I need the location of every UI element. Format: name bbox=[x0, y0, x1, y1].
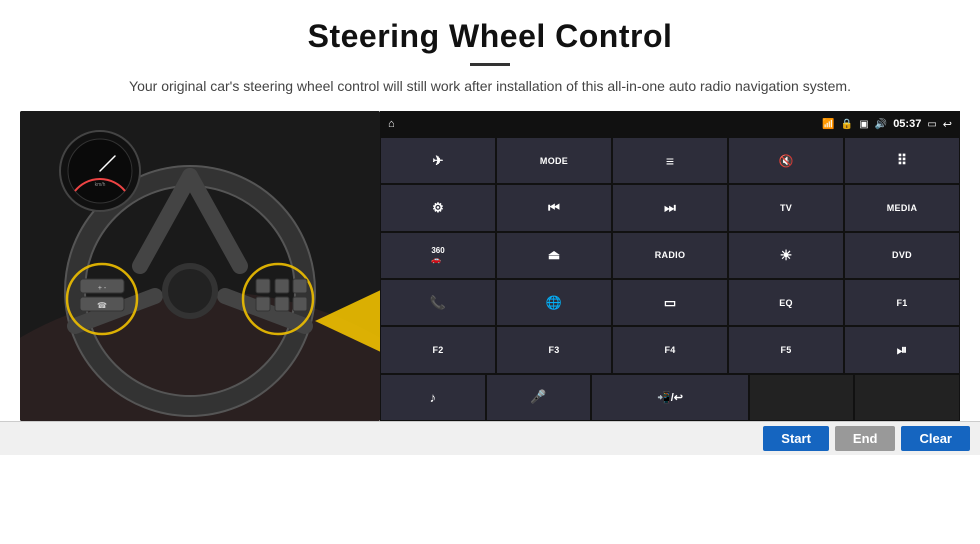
btn-eq[interactable]: EQ bbox=[728, 279, 844, 326]
btn-radio[interactable]: RADIO bbox=[612, 232, 728, 279]
btn-f2[interactable]: F2 bbox=[380, 326, 496, 373]
wifi-icon: 📶 bbox=[822, 119, 834, 130]
svg-text:+ -: + - bbox=[98, 285, 107, 292]
btn-mode[interactable]: MODE bbox=[496, 137, 612, 184]
grid-row-1: ✈ MODE ≡ 🔇 ⠿ bbox=[380, 137, 960, 184]
btn-navigate[interactable]: ✈ bbox=[380, 137, 496, 184]
btn-empty2 bbox=[854, 374, 960, 421]
time-display: 05:37 bbox=[893, 118, 921, 130]
steering-wheel-image: + - ☎ km/h bbox=[20, 111, 380, 421]
back-icon[interactable]: ↩ bbox=[943, 118, 952, 131]
btn-search[interactable]: 🌐 bbox=[496, 279, 612, 326]
grid-row-2: ⚙ ⏮ ⏭ TV MEDIA bbox=[380, 184, 960, 231]
bottom-buttons-bar: Start End Clear bbox=[0, 421, 980, 455]
btn-empty1 bbox=[749, 374, 855, 421]
btn-list[interactable]: ≡ bbox=[612, 137, 728, 184]
svg-text:☎: ☎ bbox=[97, 301, 107, 310]
btn-mute[interactable]: 🔇 bbox=[728, 137, 844, 184]
btn-360[interactable]: 360🚗 bbox=[380, 232, 496, 279]
btn-f5[interactable]: F5 bbox=[728, 326, 844, 373]
btn-music[interactable]: ♪ bbox=[380, 374, 486, 421]
status-bar: ⌂ 📶 🔒 ▣ 🔊 05:37 ▭ ↩ bbox=[380, 111, 960, 137]
btn-mic[interactable]: 🎤 bbox=[486, 374, 592, 421]
start-button[interactable]: Start bbox=[763, 426, 829, 451]
grid-row-3: 360🚗 ⏏ RADIO ☀ DVD bbox=[380, 232, 960, 279]
btn-tv[interactable]: TV bbox=[728, 184, 844, 231]
btn-phone-answer[interactable]: 📲/↩ bbox=[591, 374, 748, 421]
screen-icon: ▭ bbox=[927, 119, 936, 130]
title-text: Steering Wheel Control bbox=[0, 0, 980, 55]
grid-row-6: ♪ 🎤 📲/↩ bbox=[380, 374, 960, 421]
btn-settings[interactable]: ⚙ bbox=[380, 184, 496, 231]
status-left: ⌂ bbox=[388, 118, 395, 130]
content-area: + - ☎ km/h ⌂ bbox=[0, 111, 980, 421]
btn-f3[interactable]: F3 bbox=[496, 326, 612, 373]
status-right: 📶 🔒 ▣ 🔊 05:37 ▭ ↩ bbox=[822, 118, 952, 131]
sim-icon: ▣ bbox=[859, 119, 868, 130]
subtitle-text: Your original car's steering wheel contr… bbox=[0, 76, 980, 97]
grid-row-4: 📞 🌐 ▭ EQ F1 bbox=[380, 279, 960, 326]
btn-prev[interactable]: ⏮ bbox=[496, 184, 612, 231]
btn-eject[interactable]: ⏏ bbox=[496, 232, 612, 279]
btn-apps[interactable]: ⠿ bbox=[844, 137, 960, 184]
home-icon[interactable]: ⌂ bbox=[388, 118, 395, 130]
btn-media[interactable]: MEDIA bbox=[844, 184, 960, 231]
btn-dvd[interactable]: DVD bbox=[844, 232, 960, 279]
clear-button[interactable]: Clear bbox=[901, 426, 970, 451]
svg-text:km/h: km/h bbox=[95, 182, 106, 188]
btn-f4[interactable]: F4 bbox=[612, 326, 728, 373]
control-grid: ✈ MODE ≡ 🔇 ⠿ ⚙ ⏮ ⏭ TV MEDIA 360🚗 ⏏ RADIO… bbox=[380, 137, 960, 421]
btn-f1[interactable]: F1 bbox=[844, 279, 960, 326]
grid-row-5: F2 F3 F4 F5 ⏯ bbox=[380, 326, 960, 373]
btn-brightness[interactable]: ☀ bbox=[728, 232, 844, 279]
btn-playpause[interactable]: ⏯ bbox=[844, 326, 960, 373]
btn-next[interactable]: ⏭ bbox=[612, 184, 728, 231]
end-button[interactable]: End bbox=[835, 426, 896, 451]
lock-icon: 🔒 bbox=[841, 119, 853, 130]
page-title: Steering Wheel Control Your original car… bbox=[0, 0, 980, 97]
bluetooth-icon: 🔊 bbox=[875, 119, 887, 130]
title-divider bbox=[470, 63, 510, 66]
android-ui-panel: ⌂ 📶 🔒 ▣ 🔊 05:37 ▭ ↩ ✈ MODE ≡ 🔇 ⠿ bbox=[380, 111, 960, 421]
btn-phone[interactable]: 📞 bbox=[380, 279, 496, 326]
btn-display[interactable]: ▭ bbox=[612, 279, 728, 326]
